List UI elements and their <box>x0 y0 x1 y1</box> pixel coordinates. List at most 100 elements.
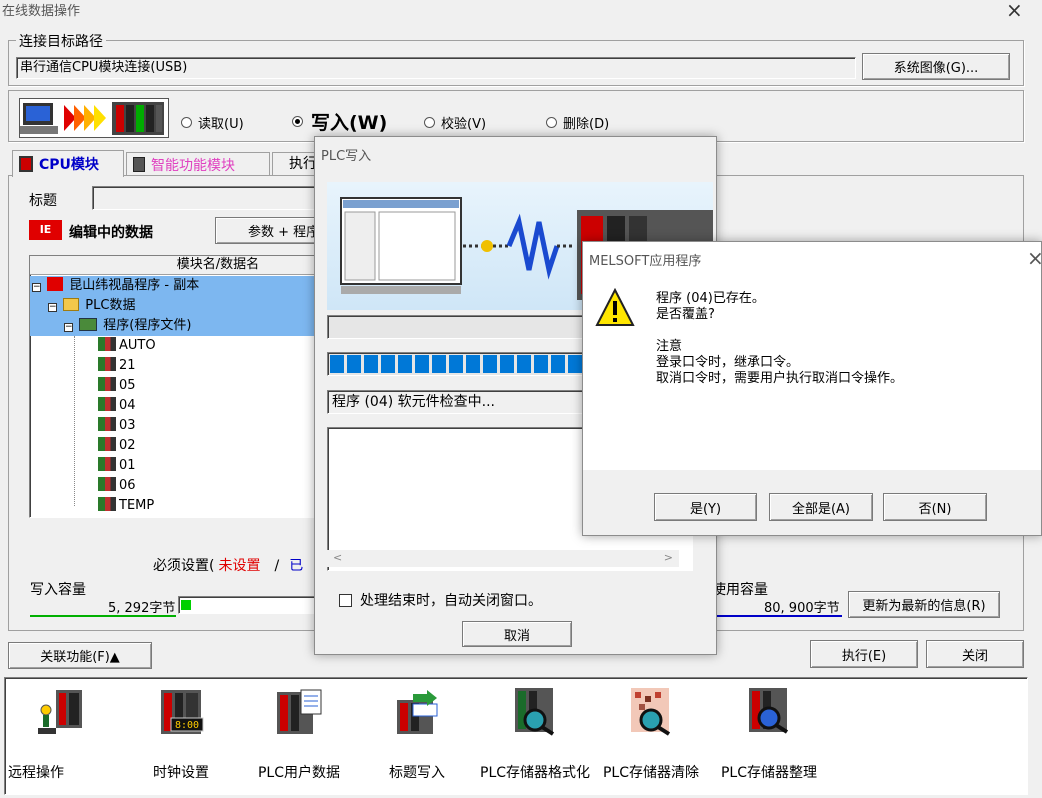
tree-item[interactable]: 06 <box>98 476 136 496</box>
execute-button[interactable]: 执行(E) <box>810 640 918 668</box>
melsoft-close-icon[interactable]: × <box>1027 246 1042 270</box>
plc-user-data-tile[interactable]: PLC用户数据 <box>244 684 354 784</box>
memory-clear-tile[interactable]: PLC存储器清除 <box>596 684 706 784</box>
refresh-button[interactable]: 更新为最新的信息(R) <box>848 591 1000 618</box>
tab-intelligent-module-label: 智能功能模块 <box>151 157 235 174</box>
clock-setting-label: 时钟设置 <box>153 765 209 781</box>
system-image-button[interactable]: 系统图像(G)... <box>862 53 1010 80</box>
memory-arrange-label: PLC存储器整理 <box>720 765 818 781</box>
collapse-icon[interactable]: − <box>48 303 57 312</box>
memory-format-icon <box>511 686 559 736</box>
tab-cpu-module[interactable]: CPU模块 <box>12 150 124 177</box>
cpu-module-icon <box>19 156 33 172</box>
clock-setting-icon: 8:00 <box>157 688 205 736</box>
write-capacity-label: 写入容量 <box>30 582 86 598</box>
note-line1: 登录口令时，继承口令。 <box>656 355 800 370</box>
param-prog-button[interactable]: 参数 + 程序 <box>215 217 325 244</box>
tree-plc-data[interactable]: − PLC数据 <box>30 296 324 316</box>
connection-group-label: 连接目标路径 <box>16 31 106 51</box>
memory-arrange-tile[interactable]: PLC存储器整理 <box>714 684 824 784</box>
tree-item[interactable]: TEMP <box>98 496 154 516</box>
melsoft-dialog: MELSOFT应用程序 × 程序 (04)已存在。 是否覆盖? 注意 登录口令时… <box>582 241 1042 536</box>
tree-item[interactable]: 03 <box>98 416 136 436</box>
tree-item-label: TEMP <box>119 498 155 513</box>
tree-item[interactable]: 02 <box>98 436 136 456</box>
module-tree: 模块名/数据名 − 昆山纬视晶程序 - 副本 − PLC数据 − 程序(程序文件… <box>29 255 325 518</box>
yes-to-all-button[interactable]: 全部是(A) <box>769 493 873 521</box>
tree-item[interactable]: 04 <box>98 396 136 416</box>
close-button[interactable]: 关闭 <box>926 640 1024 668</box>
tree-program-folder[interactable]: − 程序(程序文件) <box>30 316 324 336</box>
collapse-icon[interactable]: − <box>32 283 41 292</box>
radio-delete[interactable]: 删除(D) <box>546 113 609 132</box>
radio-verify-label: 校验(V) <box>441 117 487 132</box>
scroll-left-icon[interactable]: < <box>333 551 342 564</box>
program-file-icon <box>98 437 116 451</box>
related-functions-button[interactable]: 关联功能(F)▲ <box>8 642 152 669</box>
project-icon <box>47 277 64 291</box>
tree-item[interactable]: 21 <box>98 356 136 376</box>
remote-operation-icon <box>36 688 86 736</box>
message-line2: 是否覆盖? <box>656 307 715 322</box>
radio-read-circle[interactable] <box>181 117 192 128</box>
radio-read[interactable]: 读取(U) <box>181 113 244 132</box>
window-title: 在线数据操作 <box>2 4 81 19</box>
auto-close-row[interactable]: 处理结束时，自动关闭窗口。 <box>339 590 542 610</box>
required-settings-prefix: 必须设置( <box>153 558 215 574</box>
program-file-icon <box>98 397 116 411</box>
memory-clear-label: PLC存储器清除 <box>602 765 700 781</box>
tree-item-label: 05 <box>119 378 136 393</box>
radio-write-circle[interactable] <box>292 116 303 127</box>
memory-format-tile[interactable]: PLC存储器格式化 <box>480 684 590 784</box>
folder-icon <box>63 298 80 311</box>
radio-delete-label: 删除(D) <box>563 117 610 132</box>
tree-item-label: AUTO <box>119 338 156 353</box>
tree-item-label: 01 <box>119 458 136 473</box>
auto-close-checkbox[interactable] <box>339 593 352 607</box>
horizontal-scrollbar[interactable]: < > <box>327 550 679 567</box>
remote-operation-label: 远程操作 <box>8 765 64 781</box>
intelligent-module-icon <box>133 157 145 172</box>
radio-verify-circle[interactable] <box>424 117 435 128</box>
note-line2: 取消口令时，需要用户执行取消口令操作。 <box>656 371 904 386</box>
memory-arrange-icon <box>745 686 793 736</box>
tree-item[interactable]: AUTO <box>98 336 156 356</box>
melsoft-message: 程序 (04)已存在。 是否覆盖? 注意 登录口令时，继承口令。 取消口令时，需… <box>656 291 903 387</box>
tree-item-label: 03 <box>119 418 136 433</box>
clock-setting-tile[interactable]: 8:00 时钟设置 <box>126 684 236 784</box>
no-button[interactable]: 否(N) <box>883 493 987 521</box>
tree-item-label: 04 <box>119 398 136 413</box>
message-line1: 程序 (04)已存在。 <box>656 291 765 306</box>
collapse-icon[interactable]: − <box>64 323 73 332</box>
memory-clear-icon <box>627 686 675 736</box>
tree-item[interactable]: 01 <box>98 456 136 476</box>
program-file-icon <box>98 497 116 511</box>
tree-item[interactable]: 05 <box>98 376 136 396</box>
yes-button[interactable]: 是(Y) <box>654 493 757 521</box>
title-write-tile[interactable]: 标题写入 <box>362 684 472 784</box>
scroll-right-icon[interactable]: > <box>664 551 673 564</box>
program-file-icon <box>98 337 116 351</box>
tab-intelligent-module[interactable]: 智能功能模块 <box>126 152 270 176</box>
write-capacity-bar-fill <box>181 600 191 610</box>
note-title: 注意 <box>656 339 683 354</box>
tree-root-label: 昆山纬视晶程序 - 副本 <box>69 278 200 293</box>
used-capacity-value: 80, 900字节 <box>764 601 840 616</box>
radio-verify[interactable]: 校验(V) <box>424 113 486 132</box>
write-capacity-bar <box>178 596 318 614</box>
tree-root[interactable]: − 昆山纬视晶程序 - 副本 <box>30 276 324 296</box>
program-file-icon <box>98 357 116 371</box>
radio-read-label: 读取(U) <box>198 117 244 132</box>
title-write-label: 标题写入 <box>389 765 445 781</box>
title-input[interactable] <box>92 186 322 210</box>
write-capacity-underline <box>30 615 176 617</box>
required-settings-value: 未设置 <box>218 558 261 574</box>
radio-write[interactable]: 写入(W) <box>292 108 387 135</box>
tree-header[interactable]: 模块名/数据名 <box>30 256 324 275</box>
radio-delete-circle[interactable] <box>546 117 557 128</box>
cancel-button[interactable]: 取消 <box>462 621 572 647</box>
auto-close-label: 处理结束时，自动关闭窗口。 <box>360 593 542 609</box>
remote-operation-tile[interactable]: 远程操作 <box>8 684 118 784</box>
close-icon[interactable]: × <box>1006 0 1023 22</box>
warning-icon <box>595 287 635 328</box>
